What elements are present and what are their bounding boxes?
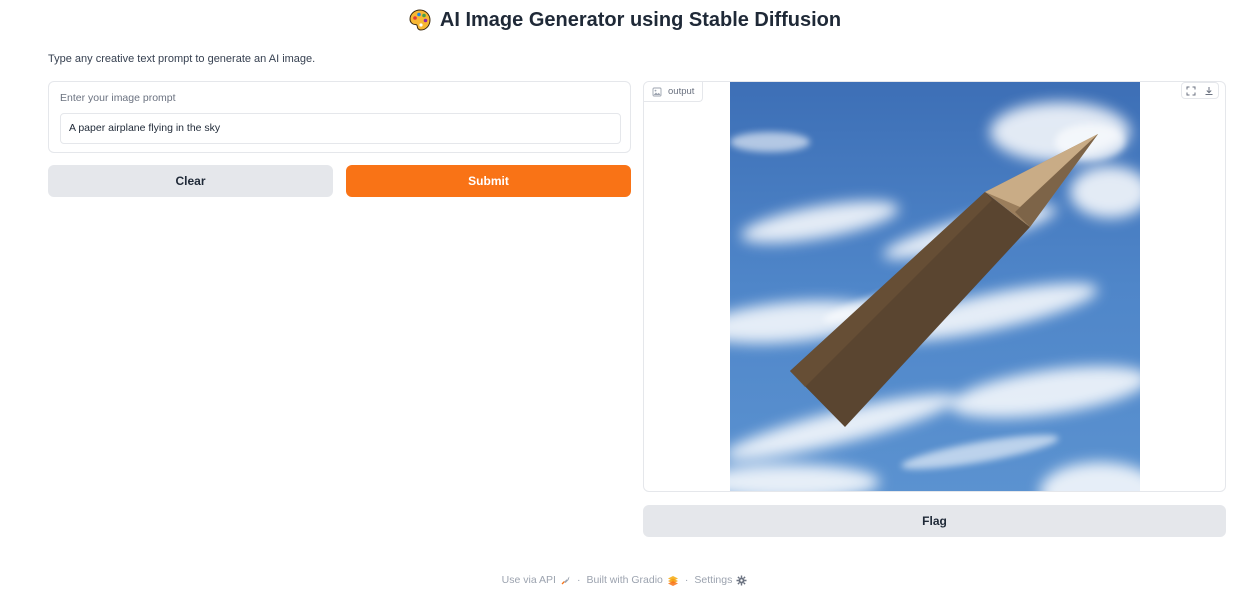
- prompt-label: Enter your image prompt: [60, 92, 176, 104]
- footer-separator: ·: [576, 574, 581, 586]
- rocket-icon: [561, 576, 570, 584]
- gear-icon: [736, 575, 747, 585]
- footer: Use via API · Built with Gradio · Settin…: [0, 574, 1249, 586]
- prompt-panel: Enter your image prompt A paper airplane…: [48, 81, 631, 153]
- use-via-api-label: Use via API: [501, 574, 556, 586]
- download-icon[interactable]: [1200, 83, 1218, 98]
- page-header: AI Image Generator using Stable Diffusio…: [0, 8, 1249, 32]
- page-description: Type any creative text prompt to generat…: [48, 53, 316, 65]
- output-label-tag: output: [644, 82, 704, 102]
- use-via-api-link[interactable]: Use via API: [502, 574, 571, 586]
- output-label: output: [668, 86, 695, 97]
- image-icon: [652, 87, 662, 96]
- prompt-input[interactable]: A paper airplane flying in the sky: [60, 113, 621, 144]
- page-title: AI Image Generator using Stable Diffusio…: [439, 8, 842, 31]
- settings-link[interactable]: Settings: [694, 574, 747, 586]
- footer-separator: ·: [684, 574, 689, 586]
- generated-image: [730, 82, 1140, 491]
- output-panel: output: [643, 81, 1226, 492]
- flag-button[interactable]: Flag: [643, 505, 1226, 537]
- built-with-gradio-link[interactable]: Built with Gradio: [586, 574, 678, 586]
- output-toolbar: [1181, 82, 1219, 99]
- clear-button[interactable]: Clear: [48, 165, 333, 197]
- submit-button[interactable]: Submit: [346, 165, 631, 197]
- built-with-gradio-label: Built with Gradio: [586, 574, 663, 586]
- fullscreen-icon[interactable]: [1182, 83, 1200, 98]
- settings-label: Settings: [694, 574, 733, 586]
- gradio-logo-icon: [667, 575, 678, 586]
- artist-palette-icon: [409, 9, 431, 31]
